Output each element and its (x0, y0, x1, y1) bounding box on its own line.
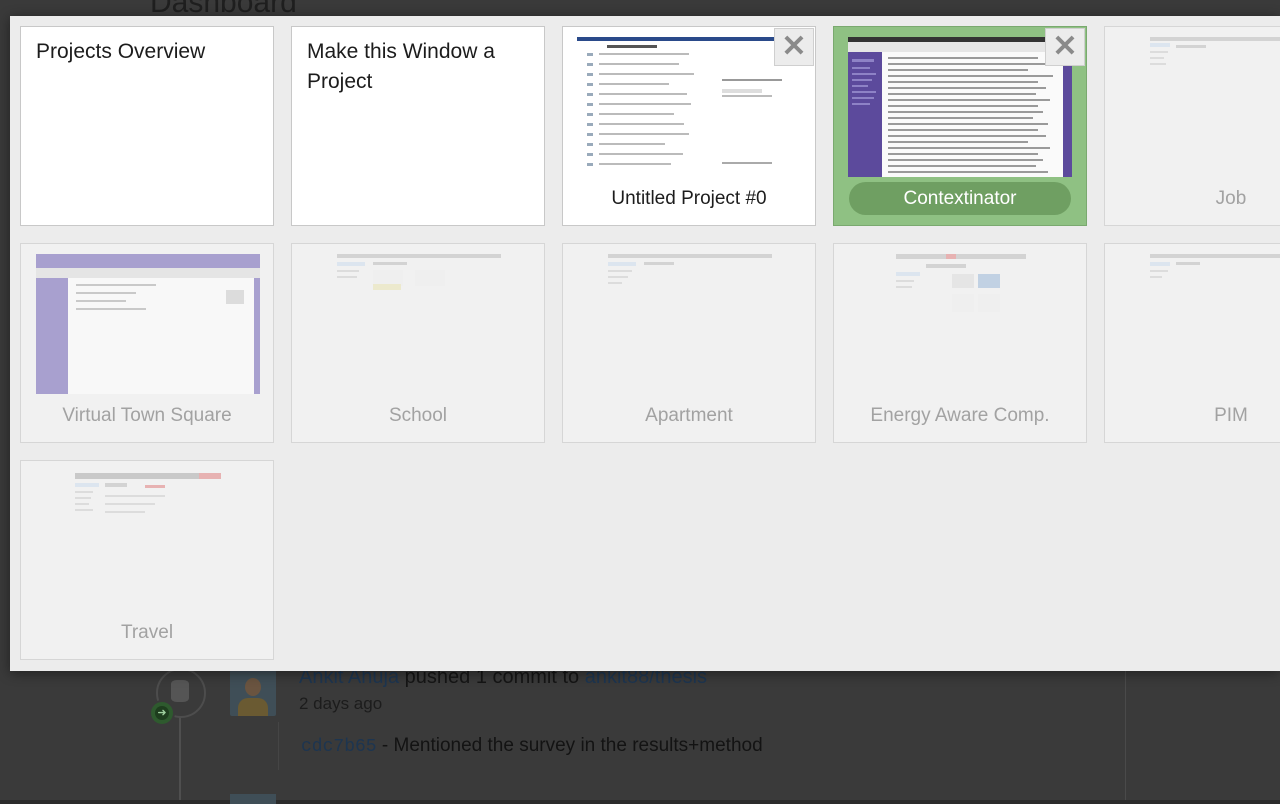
project-thumbnail (75, 473, 221, 533)
projects-overview-tile[interactable]: Projects Overview (20, 26, 274, 226)
project-thumbnail (1150, 37, 1280, 77)
project-tile-job[interactable]: Job (1104, 26, 1280, 226)
sidebar-divider (1125, 670, 1126, 800)
project-thumbnail (608, 254, 772, 294)
close-icon: ✕ (781, 30, 807, 63)
project-label: PIM (1214, 405, 1248, 426)
project-label: Virtual Town Square (62, 405, 232, 426)
commit-sha-link[interactable]: cdc7b65 (301, 737, 377, 757)
next-avatar (230, 794, 276, 804)
project-tile-virtual-town-square[interactable]: Virtual Town Square (20, 243, 274, 443)
avatar[interactable] (230, 670, 276, 716)
project-label: Apartment (645, 405, 733, 426)
project-label: School (388, 405, 448, 426)
push-arrow-icon: ➜ (149, 700, 175, 726)
project-label: Job (1215, 188, 1247, 209)
project-tile-apartment[interactable]: Apartment (562, 243, 816, 443)
commit-entry: cdc7b65 - Mentioned the survey in the re… (301, 735, 763, 757)
commit-divider (278, 722, 279, 770)
project-thumbnail (337, 254, 501, 299)
project-label: Travel (120, 622, 174, 643)
event-time: 2 days ago (299, 694, 383, 713)
project-thumbnail (896, 254, 1026, 324)
project-label: Untitled Project #0 (611, 188, 767, 209)
project-thumbnail (1150, 254, 1280, 284)
close-project-button[interactable]: ✕ (1045, 28, 1085, 66)
timeline-line (179, 705, 181, 800)
project-label: Energy Aware Comp. (870, 405, 1050, 426)
make-window-project-label: Make this Window a Project (307, 40, 495, 93)
project-thumbnail (848, 37, 1072, 177)
projects-overlay: Projects Overview Make this Window a Pro… (10, 16, 1280, 671)
project-tile-untitled[interactable]: ✕ Untitled Project #0 (562, 26, 816, 226)
project-tile-energy-aware[interactable]: Energy Aware Comp. (833, 243, 1087, 443)
commit-message: - Mentioned the survey in the results+me… (381, 735, 763, 756)
close-icon: ✕ (1052, 30, 1078, 63)
project-tile-pim[interactable]: PIM (1104, 243, 1280, 443)
project-label: Contextinator (903, 188, 1017, 209)
project-thumbnail (577, 37, 801, 177)
project-tile-school[interactable]: School (291, 243, 545, 443)
project-thumbnail (36, 254, 260, 394)
make-window-project-tile[interactable]: Make this Window a Project (291, 26, 545, 226)
projects-overview-label: Projects Overview (36, 40, 206, 63)
close-project-button[interactable]: ✕ (774, 28, 814, 66)
project-tile-contextinator[interactable]: ✕ Contextinator (833, 26, 1087, 226)
project-tile-travel[interactable]: Travel (20, 460, 274, 660)
